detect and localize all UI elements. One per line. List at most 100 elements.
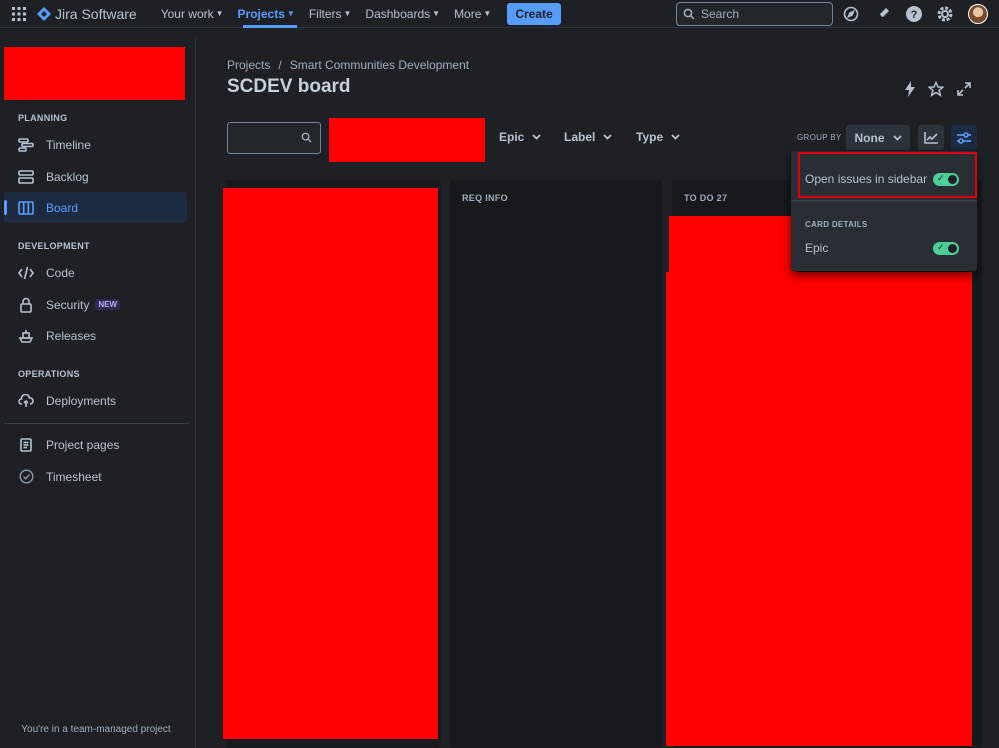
sidebar-item-security[interactable]: Security NEW	[4, 289, 187, 320]
column-title: TO DO 27	[684, 193, 728, 203]
highlight-annotation-box	[798, 152, 977, 198]
nav-your-work-label: Your work	[160, 6, 214, 21]
nav-filters-label: Filters	[308, 6, 342, 21]
to-do-card-redacted	[669, 216, 797, 276]
column-title: REQ INFO	[462, 193, 508, 203]
page-title: SCDEV board	[227, 76, 351, 97]
type-filter-label: Type	[636, 130, 664, 144]
cloud-upload-icon	[18, 393, 34, 409]
chevron-down-icon	[603, 134, 612, 140]
breadcrumb-separator: /	[278, 58, 282, 72]
sidebar-item-timesheet[interactable]: Timesheet	[4, 461, 187, 492]
automation-lightning-icon[interactable]	[901, 80, 919, 98]
view-settings-button[interactable]	[951, 125, 977, 150]
check-icon: ✓	[937, 242, 945, 252]
project-header-redacted	[4, 47, 185, 100]
chevron-down-icon	[671, 134, 680, 140]
epic-card-detail-row[interactable]: Epic ✓	[791, 235, 977, 261]
sidebar-item-backlog[interactable]: Backlog	[4, 161, 187, 192]
board-icon	[18, 200, 34, 216]
breadcrumb: Projects / Smart Communities Development	[227, 58, 469, 72]
nav-dashboards[interactable]: Dashboards ▼	[365, 7, 440, 21]
chevron-down-icon	[892, 134, 902, 141]
search-input[interactable]: Search	[676, 2, 833, 26]
chart-line-icon	[923, 132, 938, 144]
card-details-title: CARD DETAILS	[805, 220, 868, 229]
nav-filters[interactable]: Filters ▼	[309, 7, 352, 21]
nav-projects-label: Projects	[237, 6, 285, 21]
star-icon[interactable]	[927, 80, 945, 98]
to-do-cards-redacted	[666, 272, 972, 746]
sidebar-item-deployments[interactable]: Deployments	[4, 385, 187, 416]
chevron-down-icon: ▼	[343, 9, 352, 18]
nav-active-indicator	[243, 25, 297, 28]
lock-icon	[18, 297, 34, 313]
backlog-icon	[18, 169, 34, 185]
insights-button[interactable]	[918, 125, 944, 150]
search-icon	[683, 8, 695, 20]
sidebar-item-label: Board	[46, 200, 79, 215]
timeline-icon	[18, 137, 34, 153]
sidebar-divider	[4, 423, 189, 424]
epic-filter-dropdown[interactable]: Epic	[499, 130, 541, 144]
svg-text:?: ?	[911, 9, 918, 21]
search-icon	[301, 132, 312, 143]
nav-more[interactable]: More ▼	[454, 7, 491, 21]
fullscreen-icon[interactable]	[955, 80, 973, 98]
label-filter-label: Label	[564, 130, 596, 144]
column-1-cards-redacted	[223, 188, 438, 739]
ship-icon	[18, 328, 34, 344]
popup-divider	[791, 200, 977, 201]
sidebar-item-label: Timeline	[46, 137, 91, 152]
code-icon	[18, 265, 34, 281]
jira-logo-icon	[37, 6, 51, 21]
sidebar-item-releases[interactable]: Releases	[4, 320, 187, 351]
sidebar-item-label: Project pages	[46, 437, 120, 452]
sidebar-item-label: Code	[46, 265, 75, 280]
section-operations: OPERATIONS	[18, 369, 80, 379]
breadcrumb-project[interactable]: Smart Communities Development	[290, 58, 469, 72]
notifications-icon[interactable]	[873, 4, 893, 24]
sidebar-item-label: Backlog	[46, 169, 89, 184]
avatar[interactable]	[968, 4, 988, 24]
new-badge: NEW	[95, 299, 121, 310]
board-search-input[interactable]	[227, 122, 321, 154]
chevron-down-icon: ▼	[483, 9, 492, 18]
sidebar-item-project-pages[interactable]: Project pages	[4, 429, 187, 460]
nav-your-work[interactable]: Your work ▼	[161, 7, 224, 21]
chevron-down-icon	[532, 134, 541, 140]
epic-detail-toggle[interactable]: ✓	[933, 242, 959, 255]
section-planning: PLANNING	[18, 113, 68, 123]
jira-logo[interactable]: Jira Software	[37, 6, 137, 22]
sidebar-item-label: Timesheet	[46, 469, 102, 484]
type-filter-dropdown[interactable]: Type	[636, 130, 680, 144]
nav-projects[interactable]: Projects ▼	[238, 7, 295, 21]
sidebar-item-label: Deployments	[46, 393, 117, 408]
assignee-filter-redacted	[329, 118, 485, 162]
sidebar-item-label: Security	[46, 297, 90, 312]
logo-text: Jira Software	[55, 5, 137, 22]
epic-detail-label: Epic	[805, 241, 829, 255]
chevron-down-icon: ▼	[432, 9, 441, 18]
section-development: DEVELOPMENT	[18, 241, 90, 251]
chevron-down-icon: ▼	[215, 9, 224, 18]
chevron-down-icon: ▼	[286, 9, 295, 18]
check-circle-icon	[18, 469, 34, 485]
search-placeholder: Search	[701, 7, 740, 21]
app-switcher-icon[interactable]	[9, 4, 29, 24]
label-filter-dropdown[interactable]: Label	[564, 130, 612, 144]
board-column-req-info: REQ INFO	[450, 180, 662, 748]
team-managed-note: You're in a team-managed project	[21, 724, 171, 735]
create-button[interactable]: Create	[507, 2, 561, 25]
breadcrumb-projects[interactable]: Projects	[227, 58, 270, 72]
nav-more-label: More	[454, 6, 482, 21]
compass-icon[interactable]	[841, 4, 861, 24]
group-by-value: None	[854, 130, 885, 145]
sidebar-item-board[interactable]: Board	[4, 192, 187, 223]
group-by-dropdown[interactable]: None	[846, 125, 910, 150]
nav-dashboards-label: Dashboards	[365, 6, 431, 21]
sidebar-item-code[interactable]: Code	[4, 257, 187, 288]
help-icon[interactable]: ?	[904, 4, 924, 24]
sidebar-item-timeline[interactable]: Timeline	[4, 129, 187, 160]
settings-gear-icon[interactable]	[935, 4, 955, 24]
